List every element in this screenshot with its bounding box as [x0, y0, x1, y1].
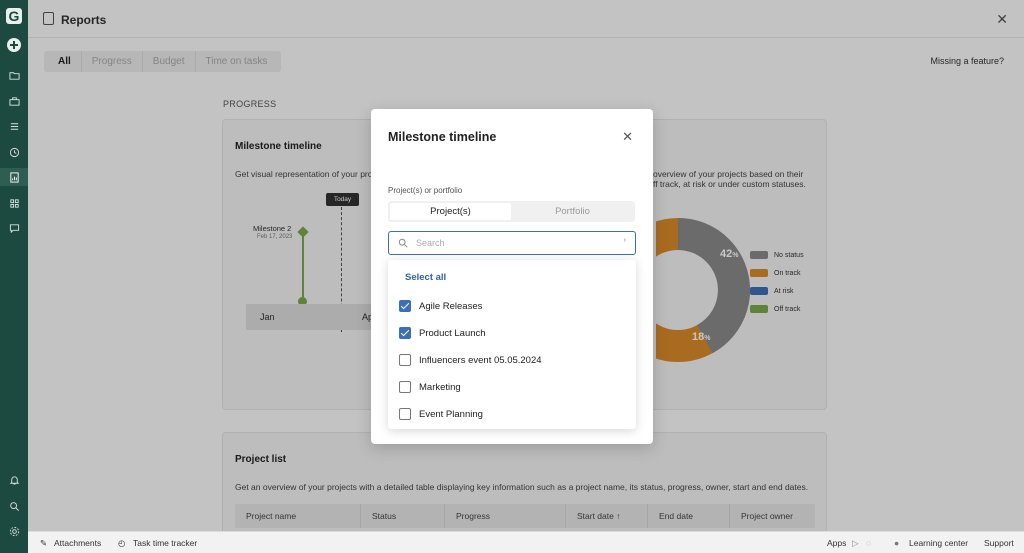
milestone-timeline-modal: Milestone timeline ✕ Project(s) or portf… — [371, 109, 653, 444]
briefcase-icon[interactable] — [0, 92, 28, 110]
project-portfolio-toggle: Project(s) Portfolio — [388, 201, 635, 222]
sidebar: G — [0, 0, 28, 553]
option-marketing[interactable]: Marketing — [399, 381, 461, 393]
add-icon[interactable] — [7, 38, 21, 52]
checkbox-checked[interactable] — [399, 300, 411, 312]
folder-icon[interactable] — [0, 66, 28, 84]
apps-link[interactable]: Apps — [827, 538, 846, 548]
select-all-link[interactable]: Select all — [405, 272, 446, 283]
bottom-bar: ✎ Attachments ◴ Task time tracker Apps ▷… — [28, 531, 1024, 553]
search-icon — [398, 238, 408, 248]
chat-icon[interactable] — [0, 219, 28, 237]
list-icon[interactable] — [0, 117, 28, 135]
option-influencers-event[interactable]: Influencers event 05.05.2024 — [399, 354, 542, 366]
checkbox[interactable] — [399, 408, 411, 420]
apps-grid-icon[interactable] — [0, 194, 28, 212]
play-store-icon[interactable]: ▷ — [852, 538, 859, 549]
checkbox[interactable] — [399, 381, 411, 393]
toggle-portfolio[interactable]: Portfolio — [512, 203, 633, 220]
clock-icon[interactable] — [0, 143, 28, 161]
option-product-launch[interactable]: Product Launch — [399, 327, 486, 339]
checkbox-checked[interactable] — [399, 327, 411, 339]
attachments-link[interactable]: Attachments — [54, 538, 101, 548]
timer-icon: ◴ — [118, 538, 126, 548]
project-search-input[interactable]: Search › — [388, 231, 636, 255]
settings-gear-icon[interactable] — [0, 522, 28, 540]
learning-center-link[interactable]: Learning center — [909, 538, 968, 548]
toggle-projects[interactable]: Project(s) — [390, 203, 511, 220]
chevron-icon[interactable]: › — [624, 237, 626, 244]
search-icon[interactable] — [0, 497, 28, 515]
reports-icon[interactable] — [0, 168, 28, 186]
field-label: Project(s) or portfolio — [388, 186, 463, 195]
time-tracker-link[interactable]: Task time tracker — [133, 538, 197, 548]
help-icon: ● — [894, 538, 900, 548]
project-dropdown: Select all Agile Releases Product Launch… — [388, 260, 636, 429]
option-event-planning[interactable]: Event Planning — [399, 408, 483, 420]
bell-icon[interactable] — [0, 471, 28, 489]
search-placeholder: Search — [416, 238, 445, 248]
modal-title: Milestone timeline — [388, 130, 497, 144]
option-agile-releases[interactable]: Agile Releases — [399, 300, 482, 312]
apple-icon[interactable]: ◌ — [866, 538, 871, 548]
checkbox[interactable] — [399, 354, 411, 366]
support-link[interactable]: Support — [984, 538, 1014, 548]
paperclip-icon: ✎ — [40, 538, 48, 548]
close-icon[interactable]: ✕ — [622, 129, 633, 145]
app-logo[interactable]: G — [6, 8, 22, 24]
